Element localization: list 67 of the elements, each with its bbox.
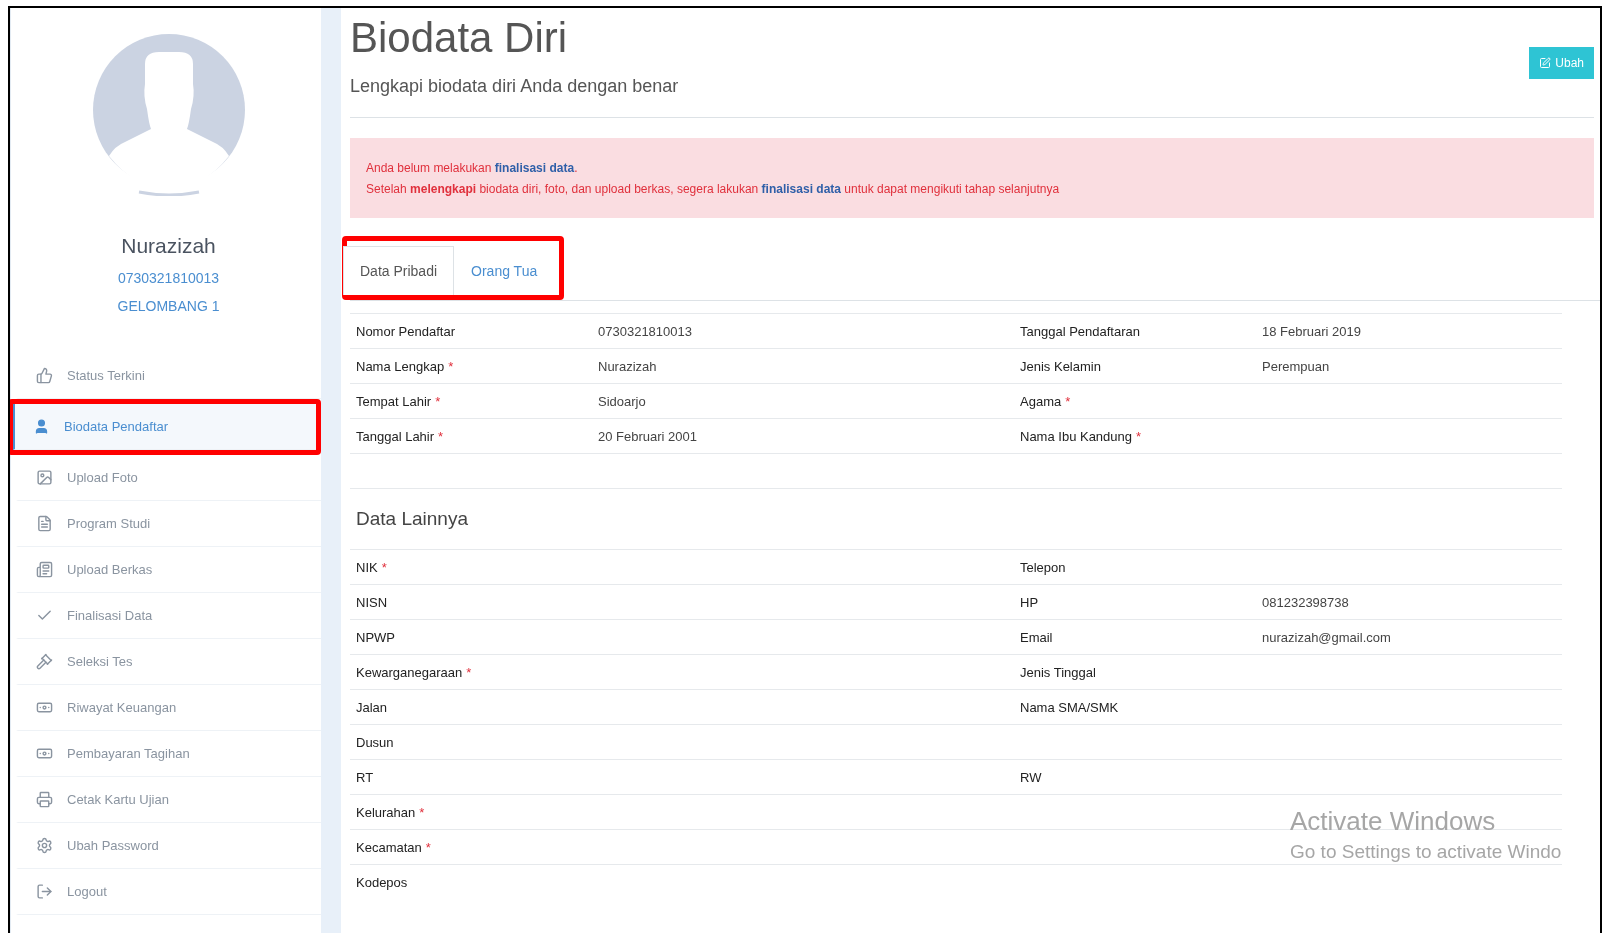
sidebar-label: Ubah Password (67, 838, 159, 853)
field-label: Nama Ibu Kandung * (1020, 428, 1143, 444)
field-label: NIK * (356, 559, 388, 575)
list-icon (36, 515, 53, 532)
user-name: Nurazizah (121, 234, 216, 258)
field-label: Telepon (1020, 559, 1067, 575)
sidebar-label: Biodata Pendaftar (64, 419, 169, 434)
alert-text: Setelah melengkapi biodata diri, foto, dan upload berkas, segera lakukan finalisasi data untuk dapat mengikuti tahap selanjutnya (366, 181, 1061, 198)
sidebar-label: Upload Berkas (67, 562, 153, 577)
sidebar-item[interactable]: Biodata Pendaftar (13, 404, 316, 450)
sidebar-label: Upload Foto (67, 470, 138, 485)
field-label: Nomor Pendaftar (356, 323, 456, 339)
sidebar-label: Logout (67, 884, 107, 899)
field-label: Kodepos (356, 874, 409, 890)
field-label: RW (1020, 769, 1043, 785)
edit-icon (1539, 57, 1552, 69)
field-value: Sidoarjo (598, 393, 647, 409)
gavel-icon (36, 653, 53, 670)
field-value: 0730321810013 (598, 323, 693, 339)
sidebar-label: Riwayat Keuangan (67, 700, 177, 715)
sidebar-label: Status Terkini (67, 368, 145, 383)
page-subtitle: Lengkapi biodata diri Anda dengan benar (350, 76, 679, 97)
field-value: 18 Februari 2019 (1262, 323, 1362, 339)
field-label: Dusun (356, 734, 395, 750)
page-title: Biodata Diri (350, 13, 569, 63)
alert-text: Anda belum melakukan finalisasi data. (366, 160, 579, 177)
tab[interactable]: Data Pribadi (343, 246, 455, 295)
field-label: Tempat Lahir * (356, 393, 442, 409)
activation-title: Activate Windows (1290, 806, 1497, 837)
activation-text: Go to Settings to activate Windo (1290, 841, 1562, 863)
field-label: Tanggal Pendaftaran (1020, 323, 1141, 339)
field-label: Kecamatan * (356, 839, 432, 855)
newspaper-icon (36, 561, 53, 578)
field-label: HP (1020, 594, 1040, 610)
registration-number: 0730321810013 (117, 270, 220, 286)
field-label: Agama * (1020, 393, 1072, 409)
field-value: 081232398738 (1262, 594, 1350, 610)
field-label: NPWP (356, 629, 396, 645)
sidebar-label: Finalisasi Data (67, 608, 153, 623)
field-label: Nama Lengkap * (356, 358, 455, 374)
field-label: Email (1020, 629, 1054, 645)
printer-icon (36, 791, 53, 808)
field-label: Kewarganegaraan * (356, 664, 473, 680)
field-label: Jalan (356, 699, 389, 715)
field-label: Jenis Tinggal (1020, 664, 1097, 680)
field-value: 20 Februari 2001 (598, 428, 698, 444)
field-label: Jenis Kelamin (1020, 358, 1102, 374)
thumbs-up-icon (36, 367, 53, 384)
sidebar-label: Pembayaran Tagihan (67, 746, 190, 761)
logout-icon (36, 883, 53, 900)
user-icon (33, 418, 50, 435)
field-label: Kelurahan * (356, 804, 426, 820)
field-label: NISN (356, 594, 389, 610)
field-label: Tanggal Lahir * (356, 428, 445, 444)
field-label: RT (356, 769, 375, 785)
field-value: Perempuan (1262, 358, 1331, 374)
edit-button[interactable]: Ubah (1529, 47, 1594, 79)
sidebar-label: Cetak Kartu Ujian (67, 792, 169, 807)
field-label: Nama SMA/SMK (1020, 699, 1120, 715)
image-icon (36, 469, 53, 486)
sidebar-label: Program Studi (67, 516, 151, 531)
settings-icon (36, 837, 53, 854)
wave-label: GELOMBANG 1 (117, 298, 220, 314)
sidebar-label: Seleksi Tes (67, 654, 133, 669)
section-title: Data Lainnya (350, 488, 1562, 549)
field-value: Nurazizah (598, 358, 658, 374)
field-value: nurazizah@gmail.com (1262, 629, 1392, 645)
